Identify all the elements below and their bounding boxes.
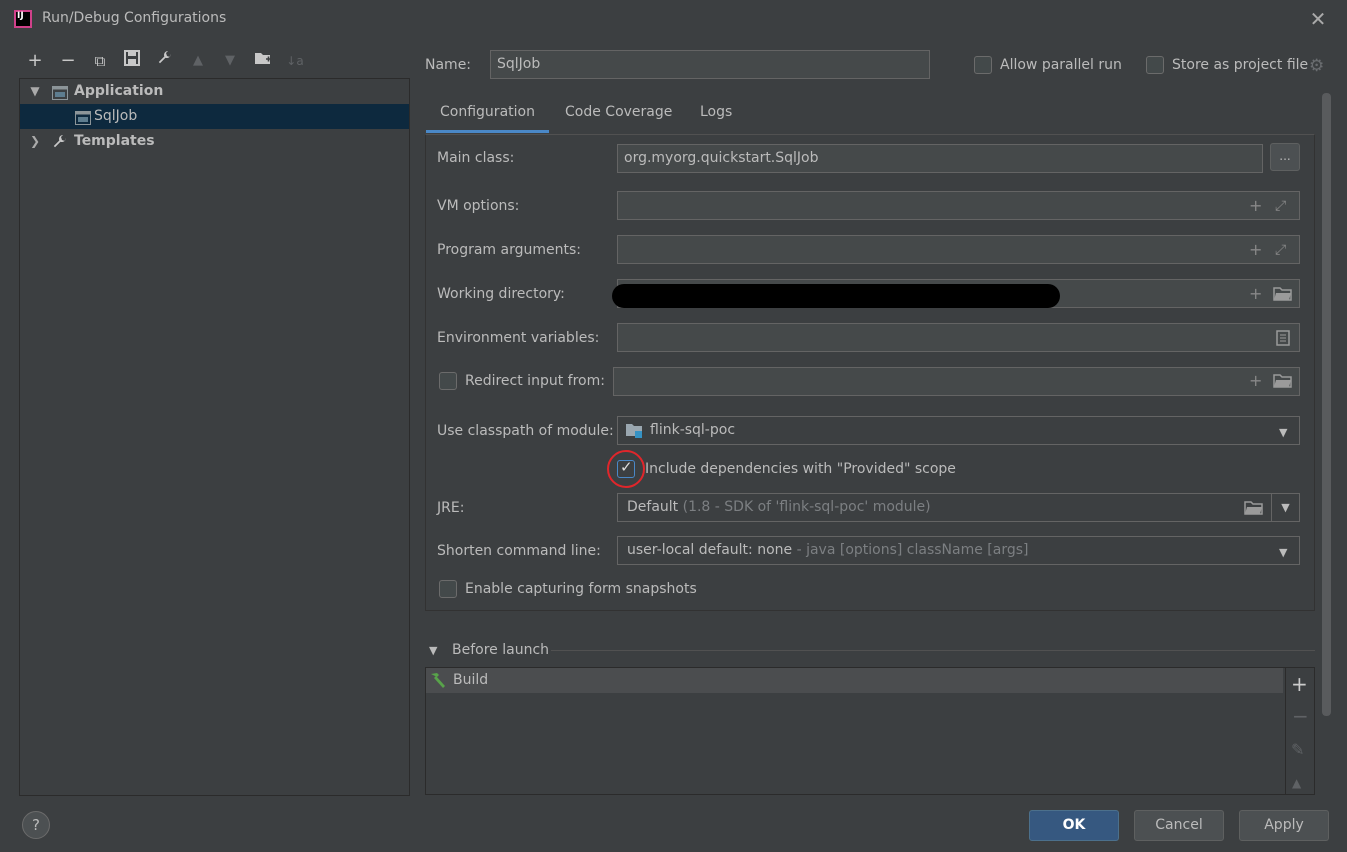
- tree-label-templates: Templates: [74, 133, 155, 149]
- chevron-down-icon[interactable]: ▼: [1271, 493, 1300, 522]
- jre-hint: (1.8 - SDK of 'flink-sql-poc' module): [682, 499, 931, 515]
- redaction-mark: [612, 284, 1060, 308]
- main-class-label: Main class:: [437, 150, 515, 166]
- expand-icon[interactable]: ⤢: [1275, 242, 1286, 258]
- list-item[interactable]: Build: [426, 668, 1283, 693]
- highlight-circle: [607, 450, 645, 488]
- expand-icon[interactable]: ⤢: [1275, 198, 1286, 214]
- name-label: Name:: [425, 57, 472, 73]
- scrollbar[interactable]: [1322, 93, 1331, 716]
- pencil-icon[interactable]: ✎: [1291, 740, 1304, 759]
- add-icon[interactable]: +: [1291, 672, 1308, 696]
- cancel-button[interactable]: Cancel: [1134, 810, 1224, 841]
- divider: [551, 650, 1315, 651]
- tree-item-application[interactable]: ▼ Application: [20, 79, 409, 104]
- window-title: Run/Debug Configurations: [42, 10, 227, 26]
- main-class-input[interactable]: org.myorg.quickstart.SqlJob: [617, 144, 1263, 173]
- name-input[interactable]: SqlJob: [490, 50, 930, 79]
- intellij-icon: [14, 10, 32, 28]
- shorten-value: user-local default: none: [627, 542, 793, 558]
- tree-label-sqljob: SqlJob: [94, 108, 138, 124]
- wrench-icon[interactable]: [154, 50, 176, 72]
- move-up-icon[interactable]: ▲: [1292, 776, 1301, 790]
- build-label: Build: [453, 672, 489, 688]
- move-up-icon[interactable]: ▲: [187, 50, 209, 72]
- copy-icon[interactable]: ⧉: [89, 50, 111, 72]
- folder-icon[interactable]: [1273, 373, 1293, 392]
- redirect-input[interactable]: [613, 367, 1300, 396]
- snapshots-label: Enable capturing form snapshots: [465, 581, 697, 597]
- folder-icon[interactable]: [1244, 500, 1264, 519]
- hammer-icon: [429, 671, 447, 693]
- plus-icon[interactable]: +: [1249, 373, 1262, 389]
- before-launch-title: Before launch: [452, 642, 550, 658]
- tab-configuration[interactable]: Configuration: [426, 100, 549, 133]
- document-icon[interactable]: [1276, 330, 1290, 349]
- include-deps-label: Include dependencies with "Provided" sco…: [645, 461, 956, 477]
- store-project-label: Store as project file: [1172, 57, 1309, 73]
- vm-options-input[interactable]: [617, 191, 1300, 220]
- tree-label-application: Application: [74, 83, 164, 99]
- redirect-checkbox[interactable]: [439, 372, 457, 390]
- tree-item-sqljob[interactable]: SqlJob: [20, 104, 409, 129]
- plus-icon[interactable]: +: [1249, 286, 1262, 302]
- jre-value: Default: [627, 499, 679, 515]
- chevron-right-icon[interactable]: ❯: [28, 129, 42, 154]
- store-project-checkbox[interactable]: [1146, 56, 1164, 74]
- remove-icon[interactable]: −: [1292, 704, 1309, 728]
- working-dir-label: Working directory:: [437, 286, 565, 302]
- shorten-label: Shorten command line:: [437, 543, 601, 559]
- env-vars-label: Environment variables:: [437, 330, 600, 346]
- shorten-select[interactable]: user-local default: none - java [options…: [617, 536, 1300, 565]
- save-icon[interactable]: [121, 50, 143, 72]
- ok-button[interactable]: OK: [1029, 810, 1119, 841]
- application-icon: [52, 84, 68, 100]
- tab-logs[interactable]: Logs: [700, 100, 732, 133]
- remove-icon[interactable]: −: [57, 50, 79, 72]
- chevron-down-icon[interactable]: ▼: [1279, 546, 1287, 559]
- tree-item-templates[interactable]: ❯ Templates: [20, 129, 409, 154]
- collapse-triangle-icon[interactable]: ▼: [429, 644, 437, 657]
- chevron-down-icon[interactable]: ▼: [1279, 426, 1287, 439]
- folder-icon[interactable]: [1273, 286, 1293, 305]
- plus-icon[interactable]: +: [1249, 242, 1262, 258]
- chevron-down-icon[interactable]: ▼: [28, 79, 42, 104]
- configuration-tree[interactable]: ▼ Application SqlJob ❯ Templates: [19, 78, 410, 796]
- allow-parallel-label: Allow parallel run: [1000, 57, 1122, 73]
- program-args-input[interactable]: [617, 235, 1300, 264]
- gear-icon[interactable]: ⚙: [1309, 56, 1324, 76]
- classpath-label: Use classpath of module:: [437, 423, 614, 439]
- help-button[interactable]: ?: [22, 811, 50, 839]
- application-icon: [75, 109, 91, 125]
- vm-options-label: VM options:: [437, 198, 520, 214]
- tab-code-coverage[interactable]: Code Coverage: [565, 100, 672, 133]
- jre-select[interactable]: Default (1.8 - SDK of 'flink-sql-poc' mo…: [617, 493, 1272, 522]
- classpath-select[interactable]: flink-sql-poc: [617, 416, 1300, 445]
- env-vars-input[interactable]: [617, 323, 1300, 352]
- redirect-label: Redirect input from:: [465, 373, 605, 389]
- shorten-hint: - java [options] className [args]: [796, 542, 1029, 558]
- move-down-icon[interactable]: ▼: [219, 50, 241, 72]
- apply-button[interactable]: Apply: [1239, 810, 1329, 841]
- classpath-value: flink-sql-poc: [650, 422, 736, 438]
- new-folder-icon[interactable]: [252, 50, 274, 72]
- plus-icon[interactable]: +: [1249, 198, 1262, 214]
- snapshots-checkbox[interactable]: [439, 580, 457, 598]
- close-button[interactable]: ✕: [1306, 8, 1330, 32]
- sort-icon[interactable]: ↓a: [284, 50, 306, 72]
- wrench-icon: [52, 134, 68, 148]
- module-folder-icon: [625, 422, 643, 442]
- program-args-label: Program arguments:: [437, 242, 581, 258]
- jre-label: JRE:: [437, 500, 465, 516]
- allow-parallel-checkbox[interactable]: [974, 56, 992, 74]
- browse-button[interactable]: ...: [1270, 143, 1300, 171]
- add-icon[interactable]: +: [24, 50, 46, 72]
